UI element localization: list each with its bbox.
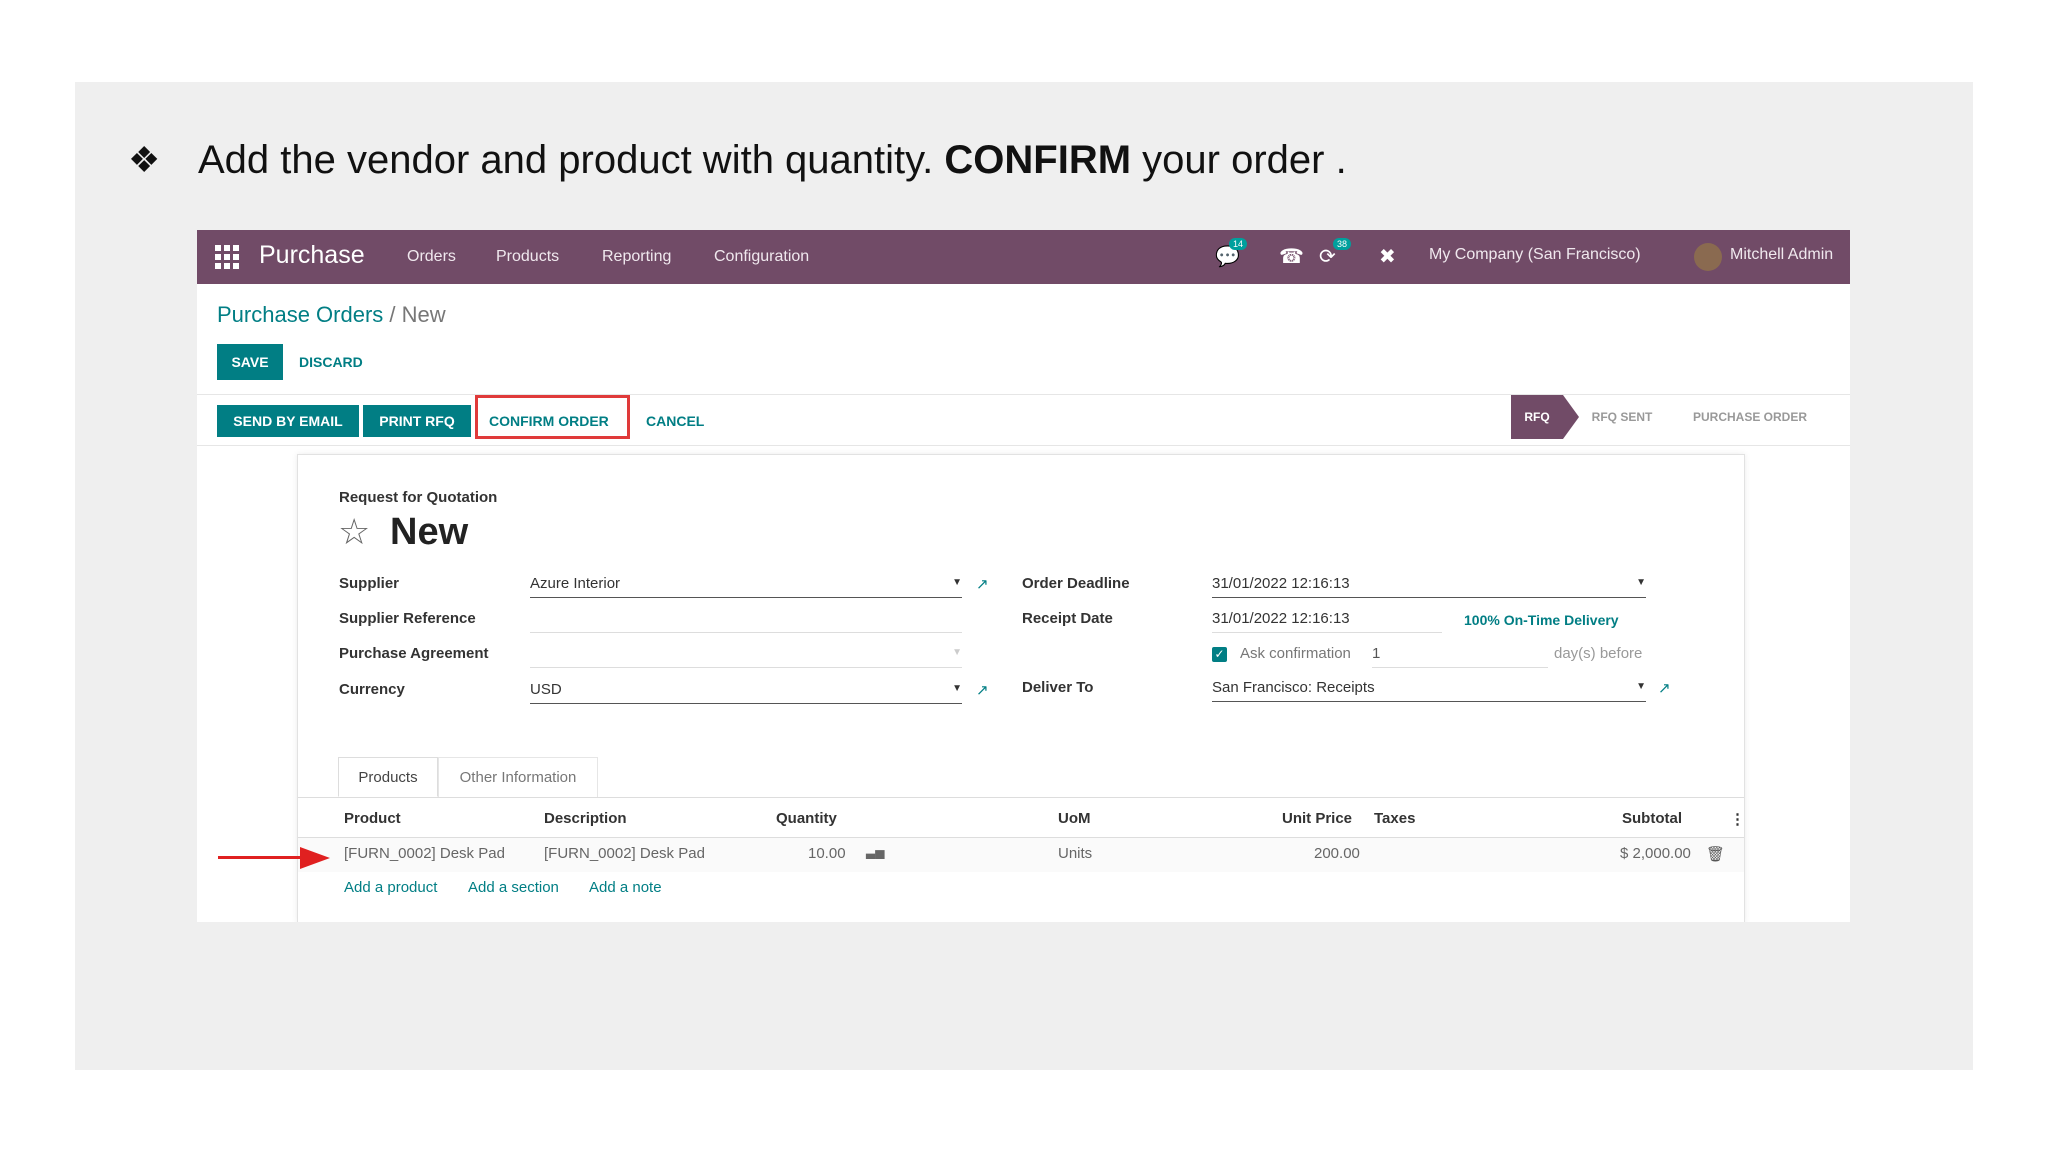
supplier-reference-field[interactable] xyxy=(530,610,962,633)
supplier-reference-label: Supplier Reference xyxy=(339,610,476,627)
receipt-date-label: Receipt Date xyxy=(1022,610,1113,627)
col-product[interactable]: Product xyxy=(344,810,401,827)
currency-label: Currency xyxy=(339,681,405,698)
red-arrow-icon xyxy=(300,847,330,869)
menu-reporting[interactable]: Reporting xyxy=(602,248,671,266)
purchase-agreement-field[interactable]: ▼ xyxy=(530,645,962,668)
col-uom[interactable]: UoM xyxy=(1058,810,1091,827)
currency-field[interactable]: USD ▼ xyxy=(530,681,962,704)
apps-menu-icon[interactable] xyxy=(215,245,239,269)
rfq-name: New xyxy=(390,511,469,553)
cancel-button[interactable]: CANCEL xyxy=(646,405,704,437)
table-row[interactable] xyxy=(298,838,1744,872)
chevron-down-icon[interactable]: ▼ xyxy=(1636,577,1646,588)
add-section-link[interactable]: Add a section xyxy=(468,879,559,896)
chat-badge: 14 xyxy=(1229,238,1248,250)
col-quantity[interactable]: Quantity xyxy=(776,810,837,827)
company-switcher[interactable]: My Company (San Francisco) xyxy=(1429,246,1641,264)
cell-unit-price[interactable]: 200.00 xyxy=(1314,845,1360,862)
col-description[interactable]: Description xyxy=(544,810,627,827)
user-avatar[interactable] xyxy=(1694,243,1722,271)
print-rfq-button[interactable]: PRINT RFQ xyxy=(363,405,471,437)
external-link-icon[interactable]: ↗ xyxy=(976,681,989,699)
activity-icon[interactable]: ⟳ 38 xyxy=(1319,238,1352,269)
odoo-screenshot: Purchase Orders Products Reporting Confi… xyxy=(197,230,1850,922)
purchase-agreement-label: Purchase Agreement xyxy=(339,645,489,662)
chevron-down-icon[interactable]: ▼ xyxy=(952,647,962,658)
cell-uom[interactable]: Units xyxy=(1058,845,1092,862)
order-deadline-label: Order Deadline xyxy=(1022,575,1130,592)
app-title[interactable]: Purchase xyxy=(259,241,365,270)
order-deadline-field[interactable]: 31/01/2022 12:16:13 ▼ xyxy=(1212,575,1646,598)
supplier-field[interactable]: Azure Interior ▼ xyxy=(530,575,962,598)
external-link-icon[interactable]: ↗ xyxy=(976,575,989,593)
phone-icon[interactable]: ☎ xyxy=(1279,244,1304,269)
currency-value: USD xyxy=(530,681,562,698)
external-link-icon[interactable]: ↗ xyxy=(1658,679,1671,697)
user-menu[interactable]: Mitchell Admin xyxy=(1730,246,1833,264)
on-time-delivery-badge[interactable]: 100% On-Time Delivery xyxy=(1464,612,1619,628)
red-arrow-shaft xyxy=(218,856,304,859)
menu-orders[interactable]: Orders xyxy=(407,248,456,266)
col-unit-price[interactable]: Unit Price xyxy=(1282,810,1352,827)
notebook-tabs: Products Other Information xyxy=(298,757,1744,798)
trash-icon[interactable]: 🗑 xyxy=(1706,845,1725,863)
stage-rfq-sent[interactable]: RFQ SENT xyxy=(1581,395,1663,439)
instruction-pre: Add the vendor and product with quantity… xyxy=(198,138,945,182)
instruction-post: your order . xyxy=(1131,138,1347,182)
instruction-text: Add the vendor and product with quantity… xyxy=(198,138,1347,182)
supplier-value: Azure Interior xyxy=(530,575,621,592)
star-icon[interactable]: ☆ xyxy=(338,511,370,553)
ask-days-field[interactable]: 1 xyxy=(1372,645,1548,668)
menu-products[interactable]: Products xyxy=(496,248,559,266)
menu-configuration[interactable]: Configuration xyxy=(714,248,809,266)
order-deadline-value: 31/01/2022 12:16:13 xyxy=(1212,575,1350,592)
top-navbar: Purchase Orders Products Reporting Confi… xyxy=(197,230,1850,284)
receipt-date-field[interactable]: 31/01/2022 12:16:13 xyxy=(1212,610,1442,633)
col-taxes[interactable]: Taxes xyxy=(1374,810,1415,827)
bullet-icon: ❖ xyxy=(128,139,161,180)
instruction-bold: CONFIRM xyxy=(944,138,1132,182)
debug-tools-icon[interactable]: ✖ xyxy=(1379,244,1396,269)
deliver-to-field[interactable]: San Francisco: Receipts ▼ xyxy=(1212,679,1646,702)
status-bar: SEND BY EMAIL PRINT RFQ CONFIRM ORDER CA… xyxy=(197,394,1850,446)
stage-purchase-order[interactable]: PURCHASE ORDER xyxy=(1675,395,1825,439)
breadcrumb: Purchase Orders / New xyxy=(217,302,446,328)
cell-description[interactable]: [FURN_0002] Desk Pad xyxy=(544,845,705,862)
breadcrumb-separator: / xyxy=(383,302,402,327)
col-subtotal[interactable]: Subtotal xyxy=(1622,810,1682,827)
save-button[interactable]: SAVE xyxy=(217,344,283,380)
deliver-to-label: Deliver To xyxy=(1022,679,1094,696)
supplier-label: Supplier xyxy=(339,575,400,592)
forecast-chart-icon[interactable]: ▃▅ xyxy=(866,845,884,859)
confirm-order-highlight xyxy=(475,395,630,439)
chevron-down-icon[interactable]: ▼ xyxy=(952,683,962,694)
chevron-down-icon[interactable]: ▼ xyxy=(1636,681,1646,692)
tab-other-information[interactable]: Other Information xyxy=(438,757,598,797)
column-options-icon[interactable]: ⋮ xyxy=(1730,810,1745,828)
ask-confirmation-label: Ask confirmation xyxy=(1240,645,1351,662)
breadcrumb-parent[interactable]: Purchase Orders xyxy=(217,302,383,327)
ask-confirmation-checkbox[interactable]: ✓ xyxy=(1212,647,1227,662)
breadcrumb-current: New xyxy=(401,302,446,327)
add-note-link[interactable]: Add a note xyxy=(589,879,662,896)
chat-icon[interactable]: 💬 14 xyxy=(1215,238,1248,269)
form-sheet: Request for Quotation ☆ New Supplier Azu… xyxy=(297,454,1745,922)
stage-arrow-icon xyxy=(1563,395,1579,439)
send-by-email-button[interactable]: SEND BY EMAIL xyxy=(217,405,359,437)
tab-products[interactable]: Products xyxy=(338,757,438,797)
deliver-to-value: San Francisco: Receipts xyxy=(1212,679,1375,696)
discard-button[interactable]: DISCARD xyxy=(299,344,363,380)
cell-subtotal: $ 2,000.00 xyxy=(1620,845,1691,862)
stage-rfq[interactable]: RFQ xyxy=(1511,395,1563,439)
cell-quantity[interactable]: 10.00 xyxy=(808,845,846,862)
chevron-down-icon[interactable]: ▼ xyxy=(952,577,962,588)
days-before-label: day(s) before xyxy=(1554,645,1643,662)
activity-badge: 38 xyxy=(1333,238,1352,250)
rfq-label: Request for Quotation xyxy=(339,489,498,506)
add-product-link[interactable]: Add a product xyxy=(344,879,437,896)
cell-product[interactable]: [FURN_0002] Desk Pad xyxy=(344,845,505,862)
